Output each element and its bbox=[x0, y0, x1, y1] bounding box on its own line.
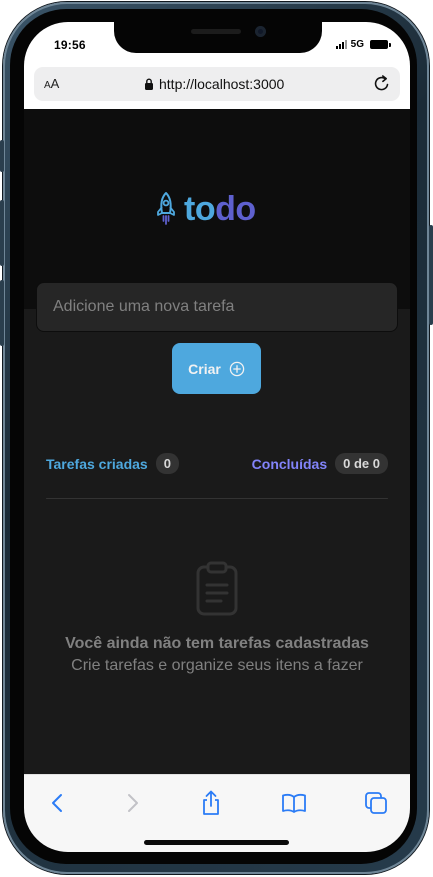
plus-circle-icon bbox=[229, 361, 245, 376]
rocket-icon bbox=[157, 192, 175, 225]
clipboard-icon bbox=[196, 561, 238, 616]
todo-app: todo Adicione uma nova tarefa Criar Tare… bbox=[24, 109, 410, 774]
logo-text: todo bbox=[184, 190, 256, 228]
speaker bbox=[191, 29, 241, 34]
network-label: 5G bbox=[350, 39, 364, 50]
tabs-icon bbox=[365, 792, 387, 814]
bookmarks-button[interactable] bbox=[279, 790, 309, 816]
new-task-placeholder: Adicione uma nova tarefa bbox=[53, 298, 235, 315]
text-size-button[interactable]: AA bbox=[44, 76, 59, 91]
empty-state-subtitle: Crie tarefas e organize seus itens a faz… bbox=[71, 657, 363, 674]
back-button[interactable] bbox=[42, 790, 72, 816]
tabs-button[interactable] bbox=[361, 790, 391, 816]
notch bbox=[114, 22, 322, 53]
created-count-badge: 0 bbox=[155, 453, 179, 474]
done-label: Concluídas bbox=[251, 455, 328, 472]
battery-icon bbox=[370, 40, 391, 49]
app-logo: todo bbox=[154, 191, 256, 227]
reload-icon[interactable] bbox=[372, 73, 392, 95]
share-icon bbox=[203, 790, 219, 815]
created-label: Tarefas criadas bbox=[46, 455, 148, 472]
browser-toolbar bbox=[24, 774, 410, 852]
signal-icon bbox=[335, 40, 347, 49]
bookmarks-icon bbox=[282, 793, 306, 813]
created-counter: Tarefas criadas 0 bbox=[46, 453, 179, 474]
phone-screen: 19:56 5G AA http://localhost:3000 todo A… bbox=[24, 22, 410, 852]
done-count-badge: 0 de 0 bbox=[335, 453, 388, 474]
forward-button[interactable] bbox=[118, 790, 148, 816]
app-header: todo bbox=[24, 109, 410, 309]
list-divider bbox=[46, 498, 388, 499]
back-icon bbox=[52, 794, 62, 812]
task-counters: Tarefas criadas 0 Concluídas 0 de 0 bbox=[46, 453, 388, 475]
silent-switch bbox=[0, 140, 4, 172]
new-task-input[interactable]: Adicione uma nova tarefa bbox=[36, 282, 398, 332]
create-task-button[interactable]: Criar bbox=[172, 343, 261, 394]
browser-address-area: AA http://localhost:3000 bbox=[24, 67, 410, 109]
home-indicator[interactable] bbox=[144, 840, 289, 845]
create-button-label: Criar bbox=[188, 360, 221, 377]
power-button bbox=[429, 225, 433, 325]
status-indicators: 5G bbox=[335, 39, 391, 50]
empty-state-title: Você ainda não tem tarefas cadastradas bbox=[65, 635, 369, 652]
volume-down-button bbox=[0, 280, 4, 346]
share-button[interactable] bbox=[196, 790, 226, 816]
url-text: http://localhost:3000 bbox=[159, 76, 285, 92]
lock-icon bbox=[145, 78, 153, 90]
status-bar: 19:56 5G bbox=[24, 22, 410, 67]
status-time: 19:56 bbox=[54, 38, 86, 52]
done-counter: Concluídas 0 de 0 bbox=[252, 453, 388, 474]
forward-icon bbox=[128, 794, 138, 812]
front-camera bbox=[255, 26, 266, 37]
volume-up-button bbox=[0, 200, 4, 266]
empty-state: Você ainda não tem tarefas cadastradas C… bbox=[24, 561, 410, 675]
address-bar[interactable]: AA http://localhost:3000 bbox=[34, 67, 400, 101]
url-display[interactable]: http://localhost:3000 bbox=[144, 76, 284, 92]
